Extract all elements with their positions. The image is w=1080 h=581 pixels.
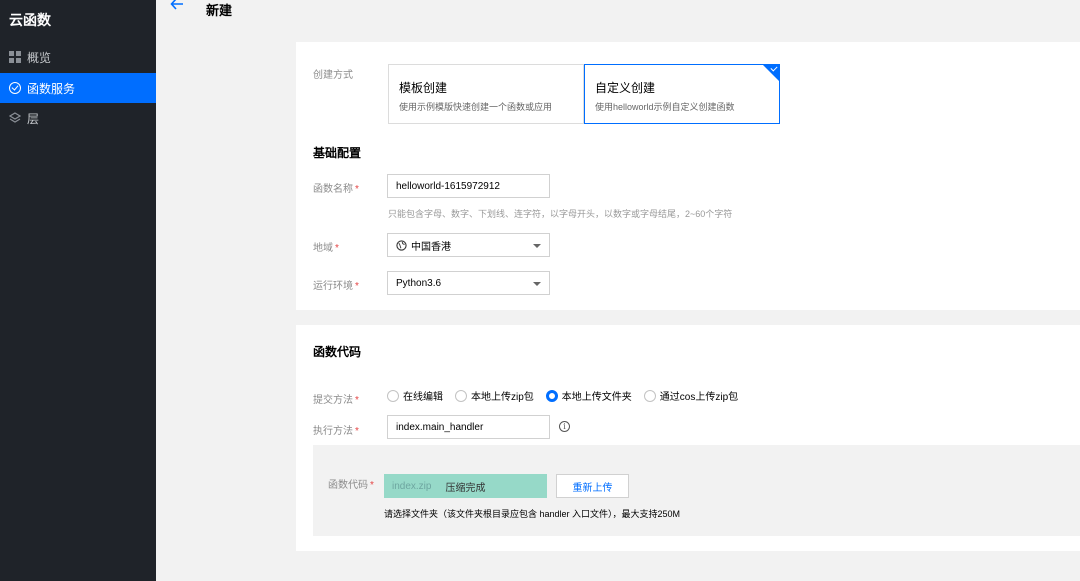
page-title: 新建	[206, 3, 233, 18]
region-value: 中国香港	[411, 241, 451, 253]
upload-note: 请选择文件夹（该文件夹根目录应包含 handler 入口文件），最大支持250M	[384, 509, 681, 519]
sidebar-item-label: 层	[27, 111, 40, 126]
layer-icon	[8, 112, 22, 124]
reupload-button[interactable]: 重新上传	[556, 474, 629, 498]
chevron-down-icon	[533, 244, 541, 248]
function-code-panel: 函数代码 提交方法 * 在线编辑 本地上传zip包 本地上传文件夹 通过cos上传…	[296, 325, 1080, 551]
submit-method-label: 提交方法 *	[313, 395, 359, 406]
function-code-title: 函数代码	[313, 345, 362, 359]
basic-config-title: 基础配置	[313, 146, 362, 160]
radio-dot[interactable]	[387, 389, 399, 402]
radio-dot[interactable]	[643, 389, 656, 402]
upload-progress-bar: index.zip 压缩完成	[384, 474, 547, 498]
submit-method-radio-group: 在线编辑 本地上传zip包 本地上传文件夹 通过cos上传zip包	[387, 388, 750, 403]
radio-online-edit[interactable]: 在线编辑	[387, 388, 443, 403]
radio-label: 本地上传文件夹	[561, 392, 632, 403]
card-desc: 使用示例模版快速创建一个函数或应用	[399, 102, 553, 112]
card-title: 模板创建	[399, 81, 448, 95]
overview-grid-icon	[9, 51, 21, 63]
handler-input[interactable]: index.main_handler	[387, 415, 550, 439]
radio-local-zip[interactable]: 本地上传zip包	[455, 388, 534, 403]
basic-config-panel: 创建方式 模板创建 使用示例模版快速创建一个函数或应用 自定义创建 使用hell…	[296, 42, 1080, 310]
card-title: 自定义创建	[595, 81, 656, 95]
upload-area: 函数代码 * index.zip 压缩完成 重新上传 请选择文件夹（该文件夹根目录…	[313, 445, 1080, 536]
radio-dot[interactable]	[545, 389, 558, 402]
region-label: 地域 *	[313, 243, 339, 254]
runtime-value: Python3.6	[396, 277, 442, 289]
upload-status: 压缩完成	[445, 482, 486, 494]
radio-cos-zip[interactable]: 通过cos上传zip包	[643, 388, 739, 403]
template-create-card[interactable]: 模板创建 使用示例模版快速创建一个函数或应用	[388, 64, 584, 124]
back-arrow-icon[interactable]	[170, 0, 184, 16]
chevron-down-icon	[533, 282, 541, 286]
card-desc: 使用helloworld示例自定义创建函数	[595, 102, 735, 112]
function-name-hint: 只能包含字母、数字、下划线、连字符，以字母开头，以数字或字母结尾，2~60个字符	[388, 209, 733, 219]
function-code-label: 函数代码 *	[328, 480, 374, 491]
sidebar-item-layer[interactable]: 层	[0, 103, 156, 133]
radio-dot[interactable]	[455, 389, 467, 402]
custom-create-card[interactable]: 自定义创建 使用helloworld示例自定义创建函数	[584, 64, 780, 124]
radio-label: 本地上传zip包	[471, 392, 534, 403]
handler-label: 执行方法 *	[313, 426, 359, 437]
globe-icon	[396, 239, 407, 251]
sidebar-item-label: 概览	[27, 50, 52, 65]
function-name-label: 函数名称 *	[313, 184, 359, 195]
sidebar: 云函数 概览 函数服务 层	[0, 0, 156, 581]
sidebar-item-label: 函数服务	[27, 81, 76, 96]
runtime-label: 运行环境 *	[313, 281, 359, 292]
region-select[interactable]: 中国香港	[387, 233, 550, 257]
info-icon[interactable]: i	[559, 421, 570, 432]
sidebar-item-overview[interactable]: 概览	[0, 42, 156, 72]
sidebar-title: 云函数	[9, 12, 51, 28]
create-method-label: 创建方式	[313, 70, 353, 81]
sidebar-item-function-service[interactable]: 函数服务	[0, 73, 156, 103]
runtime-select[interactable]: Python3.6	[387, 271, 550, 295]
radio-label: 通过cos上传zip包	[659, 392, 739, 403]
upload-filename: index.zip	[392, 480, 432, 492]
function-name-input[interactable]: helloworld-1615972912	[387, 174, 550, 198]
radio-label: 在线编辑	[403, 392, 443, 403]
radio-local-folder[interactable]: 本地上传文件夹	[545, 388, 632, 403]
function-service-icon	[9, 82, 21, 94]
